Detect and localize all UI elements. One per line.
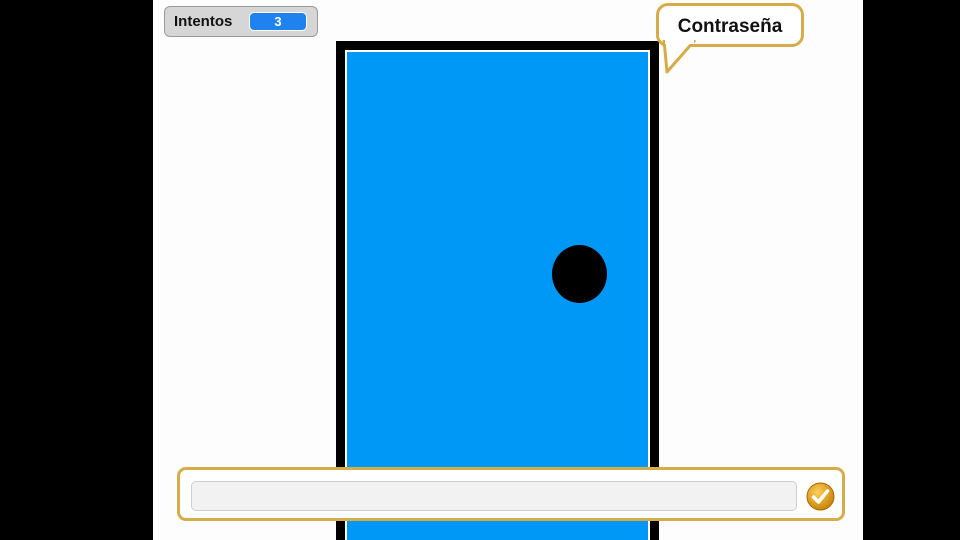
answer-prompt-box bbox=[177, 467, 845, 521]
variable-monitor-intentos: Intentos 3 bbox=[164, 6, 318, 37]
answer-input[interactable] bbox=[191, 481, 797, 511]
door-knob bbox=[552, 245, 607, 303]
speech-bubble-tail bbox=[662, 40, 697, 74]
checkmark-icon[interactable] bbox=[806, 482, 835, 511]
monitor-label: Intentos bbox=[174, 13, 233, 30]
game-stage: Intentos 3 Contraseña bbox=[153, 0, 863, 540]
door-sprite[interactable] bbox=[336, 41, 659, 540]
monitor-value: 3 bbox=[249, 12, 307, 31]
speech-bubble-text: Contraseña bbox=[677, 16, 783, 37]
